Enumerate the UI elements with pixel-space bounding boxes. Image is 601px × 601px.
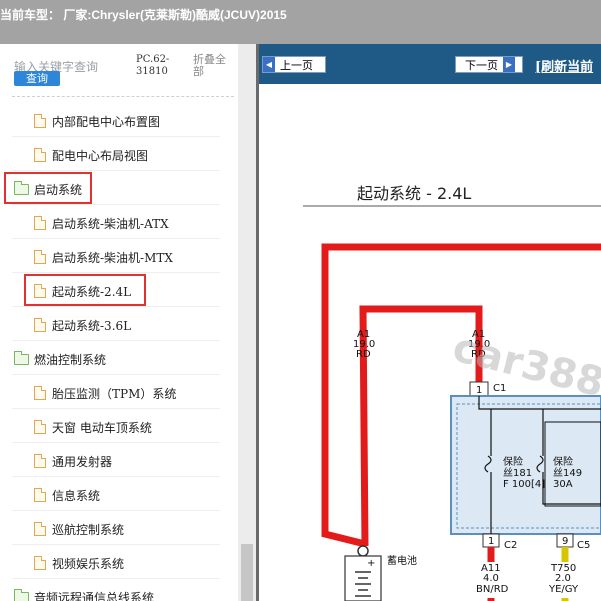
tree-item-label: 胎压监测（TPM）系统 [52, 386, 177, 401]
scrollbar-thumb[interactable] [241, 544, 253, 601]
tree-item-label: 启动系统-柴油机-MTX [52, 250, 173, 265]
file-icon [34, 148, 46, 162]
search-button[interactable]: 查询 [14, 71, 60, 86]
file-icon [34, 216, 46, 230]
tree-item-label: 起动系统-3.6L [52, 318, 132, 333]
tree-item-universal-transmitter[interactable]: 通用发射器 [34, 448, 112, 474]
wiring-diagram-svg: 起动系统 - 2.4L A1 19.0 RD A1 19.0 RD 1 C1 保… [303, 184, 601, 601]
file-icon [34, 488, 46, 502]
highlight-box [24, 274, 146, 306]
connector-c5-label: C5 [577, 540, 590, 551]
tree-scrollbar[interactable] [238, 44, 256, 601]
battery-terminal [357, 545, 369, 557]
left-panel: 输入关键字查询 查询 PC.62-31810 折叠全部 内部配电中心布置图 配电… [0, 44, 256, 601]
tree-item-tpm[interactable]: 胎压监测（TPM）系统 [34, 380, 176, 406]
title-bar: 当前车型： 厂家:Chrysler(克莱斯勒)酷威(JCUV)2015 [0, 0, 601, 44]
file-icon [34, 454, 46, 468]
tree-item-label: 内部配电中心布置图 [52, 114, 161, 129]
wire-label-gauge: 4.0 [483, 573, 499, 584]
file-icon [34, 318, 46, 332]
fuse-149-label-line1: 保险 [553, 455, 573, 468]
fuse-181-label-line2: 丝181 [503, 467, 532, 479]
highlight-box [4, 172, 92, 204]
connector-c1-label: C1 [493, 383, 506, 394]
collapse-all-link[interactable]: 折叠全部 [193, 54, 233, 78]
tree-item-diesel-mtx[interactable]: 启动系统-柴油机-MTX [34, 244, 173, 270]
tree-item-internal-pdc-layout[interactable]: 内部配电中心布置图 [34, 108, 160, 134]
vehicle-title: 当前车型： 厂家:Chrysler(克莱斯勒)酷威(JCUV)2015 [0, 8, 287, 22]
file-icon [34, 114, 46, 128]
search-divider [12, 96, 234, 97]
tree-item-label: 巡航控制系统 [52, 522, 125, 537]
tree-item-starting-3-6l[interactable]: 起动系统-3.6L [34, 312, 131, 338]
wire-label-gauge: 2.0 [555, 573, 571, 584]
wiring-diagram: 起动系统 - 2.4L A1 19.0 RD A1 19.0 RD 1 C1 保… [259, 84, 601, 601]
previous-page-button[interactable]: ◀ 上一页 [262, 56, 326, 73]
tree-item-label: 启动系统-柴油机-ATX [52, 216, 169, 231]
tree-item-cruise-control[interactable]: 巡航控制系统 [34, 516, 124, 542]
wire-label-color: BN/RD [476, 584, 509, 595]
document-code: PC.62-31810 [136, 54, 170, 77]
fuse-181-label-line1: 保险 [503, 455, 523, 468]
file-icon [34, 420, 46, 434]
fuse-149-label-line2: 丝149 [553, 467, 582, 479]
file-icon [34, 522, 46, 536]
connector-c5-pin: 9 [562, 536, 568, 547]
fuse-181-label-line3: F 100[4] [503, 479, 545, 490]
folder-icon [14, 350, 29, 365]
file-icon [34, 250, 46, 264]
file-icon [34, 386, 46, 400]
battery-label: 蓄电池 [387, 554, 417, 567]
tree-item-label: 通用发射器 [52, 454, 113, 469]
next-page-button[interactable]: 下一页 ▶ [455, 56, 523, 73]
tree-item-label: 信息系统 [52, 488, 101, 503]
battery-plus-sign: + [367, 558, 375, 569]
folder-icon [14, 588, 29, 601]
tree-item-video-entertainment[interactable]: 视频娱乐系统 [34, 550, 124, 576]
connector-c1-pin: 1 [476, 385, 482, 396]
tree-item-label: 视频娱乐系统 [52, 556, 125, 571]
connector-c2-label: C2 [504, 540, 517, 551]
arrow-right-icon: ▶ [503, 57, 515, 72]
diagram-title: 起动系统 - 2.4L [357, 184, 471, 203]
arrow-left-icon: ◀ [263, 57, 275, 72]
wire-label-color: YE/GY [548, 584, 579, 595]
tree-item-sunroof[interactable]: 天窗 电动车顶系统 [34, 414, 152, 440]
tree-item-pdc-layout-view[interactable]: 配电中心布局视图 [34, 142, 148, 168]
tree-folder-fuel-control[interactable]: 燃油控制系统 [14, 346, 106, 372]
tree-item-label: 配电中心布局视图 [52, 148, 149, 163]
tree-item-label: 燃油控制系统 [34, 352, 107, 367]
connector-c2-pin: 1 [488, 536, 494, 547]
search-input[interactable]: 输入关键字查询 [14, 58, 104, 72]
tree-item-label: 音频远程通信总线系统 [34, 590, 155, 601]
right-panel: ◀ 上一页 下一页 ▶ [刷新当前 起动系统 - 2.4L A1 19.0 RD… [259, 44, 601, 601]
tree-item-label: 天窗 电动车顶系统 [52, 420, 152, 435]
tree-item-diesel-atx[interactable]: 启动系统-柴油机-ATX [34, 210, 169, 236]
fuse-149-label-line3: 30A [553, 479, 573, 490]
power-distribution-module [450, 395, 601, 535]
tree-folder-audio-telematics-bus[interactable]: 音频远程通信总线系统 [14, 584, 154, 601]
page-navigation-bar: ◀ 上一页 下一页 ▶ [刷新当前 [259, 44, 601, 84]
tree-item-info-system[interactable]: 信息系统 [34, 482, 100, 508]
file-icon [34, 556, 46, 570]
wire-label-color: RD [356, 349, 371, 360]
refresh-current-link[interactable]: [刷新当前 [535, 56, 593, 75]
